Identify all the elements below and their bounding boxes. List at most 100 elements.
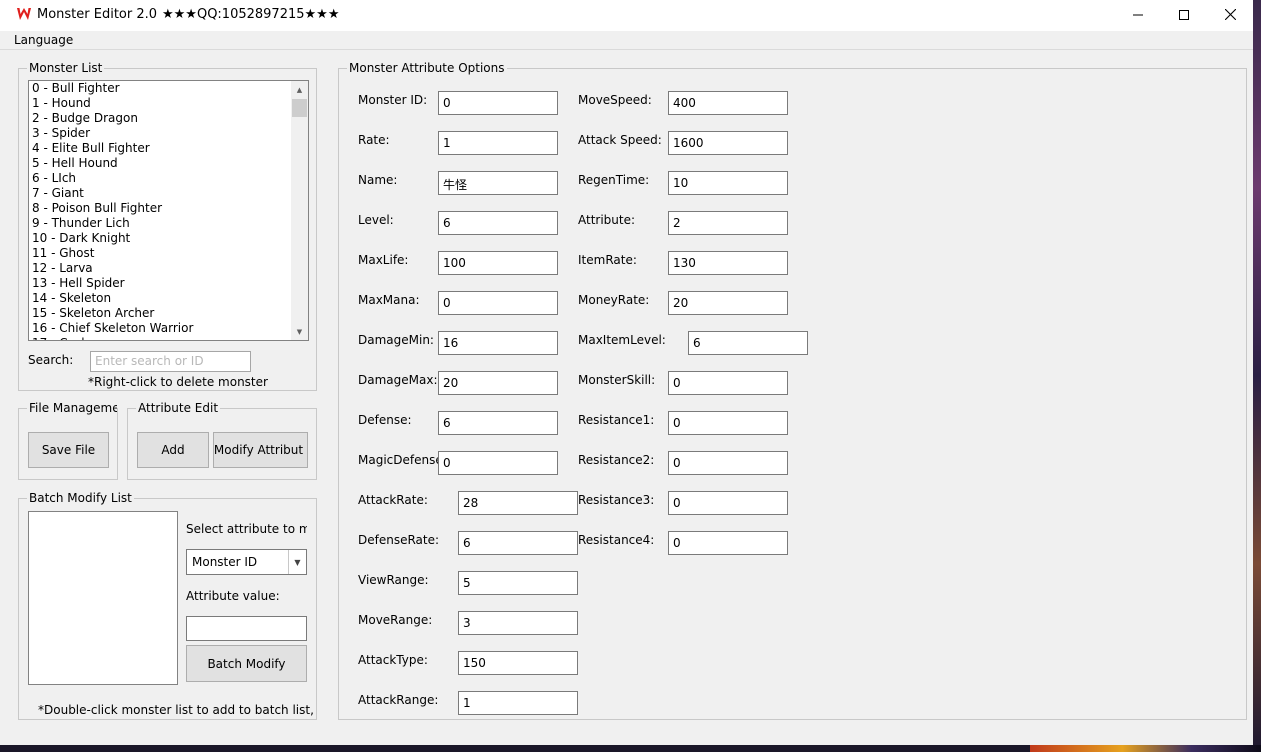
resistance3-input[interactable]: 0	[668, 491, 788, 515]
maxitemlevel-input[interactable]: 6	[688, 331, 808, 355]
resistance4-label: Resistance4:	[578, 533, 655, 547]
attribute-label: Attribute:	[578, 213, 636, 227]
list-item[interactable]: 2 - Budge Dragon	[29, 111, 308, 126]
attribute-value-label: Attribute value:	[186, 589, 280, 603]
chevron-down-icon[interactable]: ▼	[288, 550, 306, 574]
itemrate-input[interactable]: 130	[668, 251, 788, 275]
window-title: Monster Editor 2.0	[37, 7, 158, 22]
window-title-contact: ★★★QQ:1052897215★★★	[162, 7, 340, 22]
viewrange-input[interactable]: 5	[458, 571, 578, 595]
list-item[interactable]: 5 - Hell Hound	[29, 156, 308, 171]
movespeed-label: MoveSpeed:	[578, 93, 652, 107]
regentime-input[interactable]: 10	[668, 171, 788, 195]
attribute-input[interactable]: 2	[668, 211, 788, 235]
moverange-label: MoveRange:	[358, 613, 433, 627]
attackrange-input[interactable]: 1	[458, 691, 578, 715]
attacktype-input[interactable]: 150	[458, 651, 578, 675]
attribute-select[interactable]: Monster ID ▼	[186, 549, 307, 575]
minimize-button[interactable]	[1115, 0, 1161, 31]
search-label: Search:	[28, 353, 74, 367]
defense-input[interactable]: 6	[438, 411, 558, 435]
list-item[interactable]: 8 - Poison Bull Fighter	[29, 201, 308, 216]
defenserate-label: DefenseRate:	[358, 533, 440, 547]
attacktype-label: AttackType:	[358, 653, 428, 667]
maxmana-label: MaxMana:	[358, 293, 420, 307]
maxlife-input[interactable]: 100	[438, 251, 558, 275]
monster-id-label: Monster ID:	[358, 93, 428, 107]
list-item[interactable]: 3 - Spider	[29, 126, 308, 141]
attribute-value-input[interactable]	[186, 616, 307, 641]
app-logo-icon	[16, 7, 32, 24]
list-item[interactable]: 7 - Giant	[29, 186, 308, 201]
list-item[interactable]: 1 - Hound	[29, 96, 308, 111]
list-item[interactable]: 6 - LIch	[29, 171, 308, 186]
list-item[interactable]: 11 - Ghost	[29, 246, 308, 261]
list-item[interactable]: 10 - Dark Knight	[29, 231, 308, 246]
modify-attribute-button[interactable]: Modify Attribut	[213, 432, 308, 468]
viewrange-label: ViewRange:	[358, 573, 429, 587]
monster-list-scrollbar[interactable]: ▲ ▼	[291, 81, 308, 340]
monsterskill-input[interactable]: 0	[668, 371, 788, 395]
list-item[interactable]: 4 - Elite Bull Fighter	[29, 141, 308, 156]
minimize-icon	[1133, 9, 1143, 23]
defenserate-input[interactable]: 6	[458, 531, 578, 555]
attribute-edit-title: Attribute Edit	[136, 401, 221, 416]
maxlife-label: MaxLife:	[358, 253, 409, 267]
add-button[interactable]: Add	[137, 432, 209, 468]
damagemax-input[interactable]: 20	[438, 371, 558, 395]
file-management-title: File Manageme	[27, 401, 117, 416]
regentime-label: RegenTime:	[578, 173, 650, 187]
damagemax-label: DamageMax:	[358, 373, 438, 387]
maximize-button[interactable]	[1161, 0, 1207, 31]
damagemin-input[interactable]: 16	[438, 331, 558, 355]
attribute-options-title: Monster Attribute Options	[347, 61, 507, 76]
list-item[interactable]: 9 - Thunder Lich	[29, 216, 308, 231]
magicdefense-input[interactable]: 0	[438, 451, 558, 475]
moneyrate-label: MoneyRate:	[578, 293, 650, 307]
search-input[interactable]: Enter search or ID	[90, 351, 251, 372]
name-input[interactable]: 牛怪	[438, 171, 558, 195]
resistance1-input[interactable]: 0	[668, 411, 788, 435]
list-item[interactable]: 13 - Hell Spider	[29, 276, 308, 291]
name-label: Name:	[358, 173, 398, 187]
title-bar: Monster Editor 2.0 ★★★QQ:1052897215★★★	[0, 0, 1253, 31]
menu-language[interactable]: Language	[14, 33, 73, 47]
save-file-button[interactable]: Save File	[28, 432, 109, 468]
batch-hint: *Double-click monster list to add to bat…	[38, 703, 314, 717]
list-item[interactable]: 17 - Cyclops	[29, 336, 308, 340]
batch-modify-listbox[interactable]	[28, 511, 178, 685]
rate-input[interactable]: 1	[438, 131, 558, 155]
scroll-up-icon[interactable]: ▲	[291, 81, 308, 98]
list-item[interactable]: 12 - Larva	[29, 261, 308, 276]
moneyrate-input[interactable]: 20	[668, 291, 788, 315]
moverange-input[interactable]: 3	[458, 611, 578, 635]
scrollbar-thumb[interactable]	[292, 99, 307, 117]
list-item[interactable]: 0 - Bull Fighter	[29, 81, 308, 96]
monsterskill-label: MonsterSkill:	[578, 373, 656, 387]
movespeed-input[interactable]: 400	[668, 91, 788, 115]
resistance2-input[interactable]: 0	[668, 451, 788, 475]
monster-list-title: Monster List	[27, 61, 105, 76]
batch-modify-button[interactable]: Batch Modify	[186, 645, 307, 682]
monster-listbox[interactable]: 0 - Bull Fighter 1 - Hound 2 - Budge Drago…	[28, 80, 309, 341]
level-input[interactable]: 6	[438, 211, 558, 235]
monster-list-items: 0 - Bull Fighter 1 - Hound 2 - Budge Drago…	[29, 81, 308, 340]
list-item[interactable]: 16 - Chief Skeleton Warrior	[29, 321, 308, 336]
level-label: Level:	[358, 213, 394, 227]
monster-id-input[interactable]: 0	[438, 91, 558, 115]
resistance4-input[interactable]: 0	[668, 531, 788, 555]
select-attribute-label: Select attribute to mo	[186, 522, 307, 536]
attribute-select-value: Monster ID	[192, 555, 258, 569]
list-item[interactable]: 15 - Skeleton Archer	[29, 306, 308, 321]
attack-speed-label: Attack Speed:	[578, 133, 662, 147]
attackrate-input[interactable]: 28	[458, 491, 578, 515]
modify-attribute-label: Modify Attribut	[213, 443, 304, 457]
attack-speed-input[interactable]: 1600	[668, 131, 788, 155]
delete-hint: *Right-click to delete monster	[88, 375, 268, 389]
magicdefense-label: MagicDefense	[358, 453, 438, 467]
maxmana-input[interactable]: 0	[438, 291, 558, 315]
list-item[interactable]: 14 - Skeleton	[29, 291, 308, 306]
scroll-down-icon[interactable]: ▼	[291, 323, 308, 340]
close-button[interactable]	[1207, 0, 1253, 31]
menu-bar: Language	[0, 31, 1253, 50]
